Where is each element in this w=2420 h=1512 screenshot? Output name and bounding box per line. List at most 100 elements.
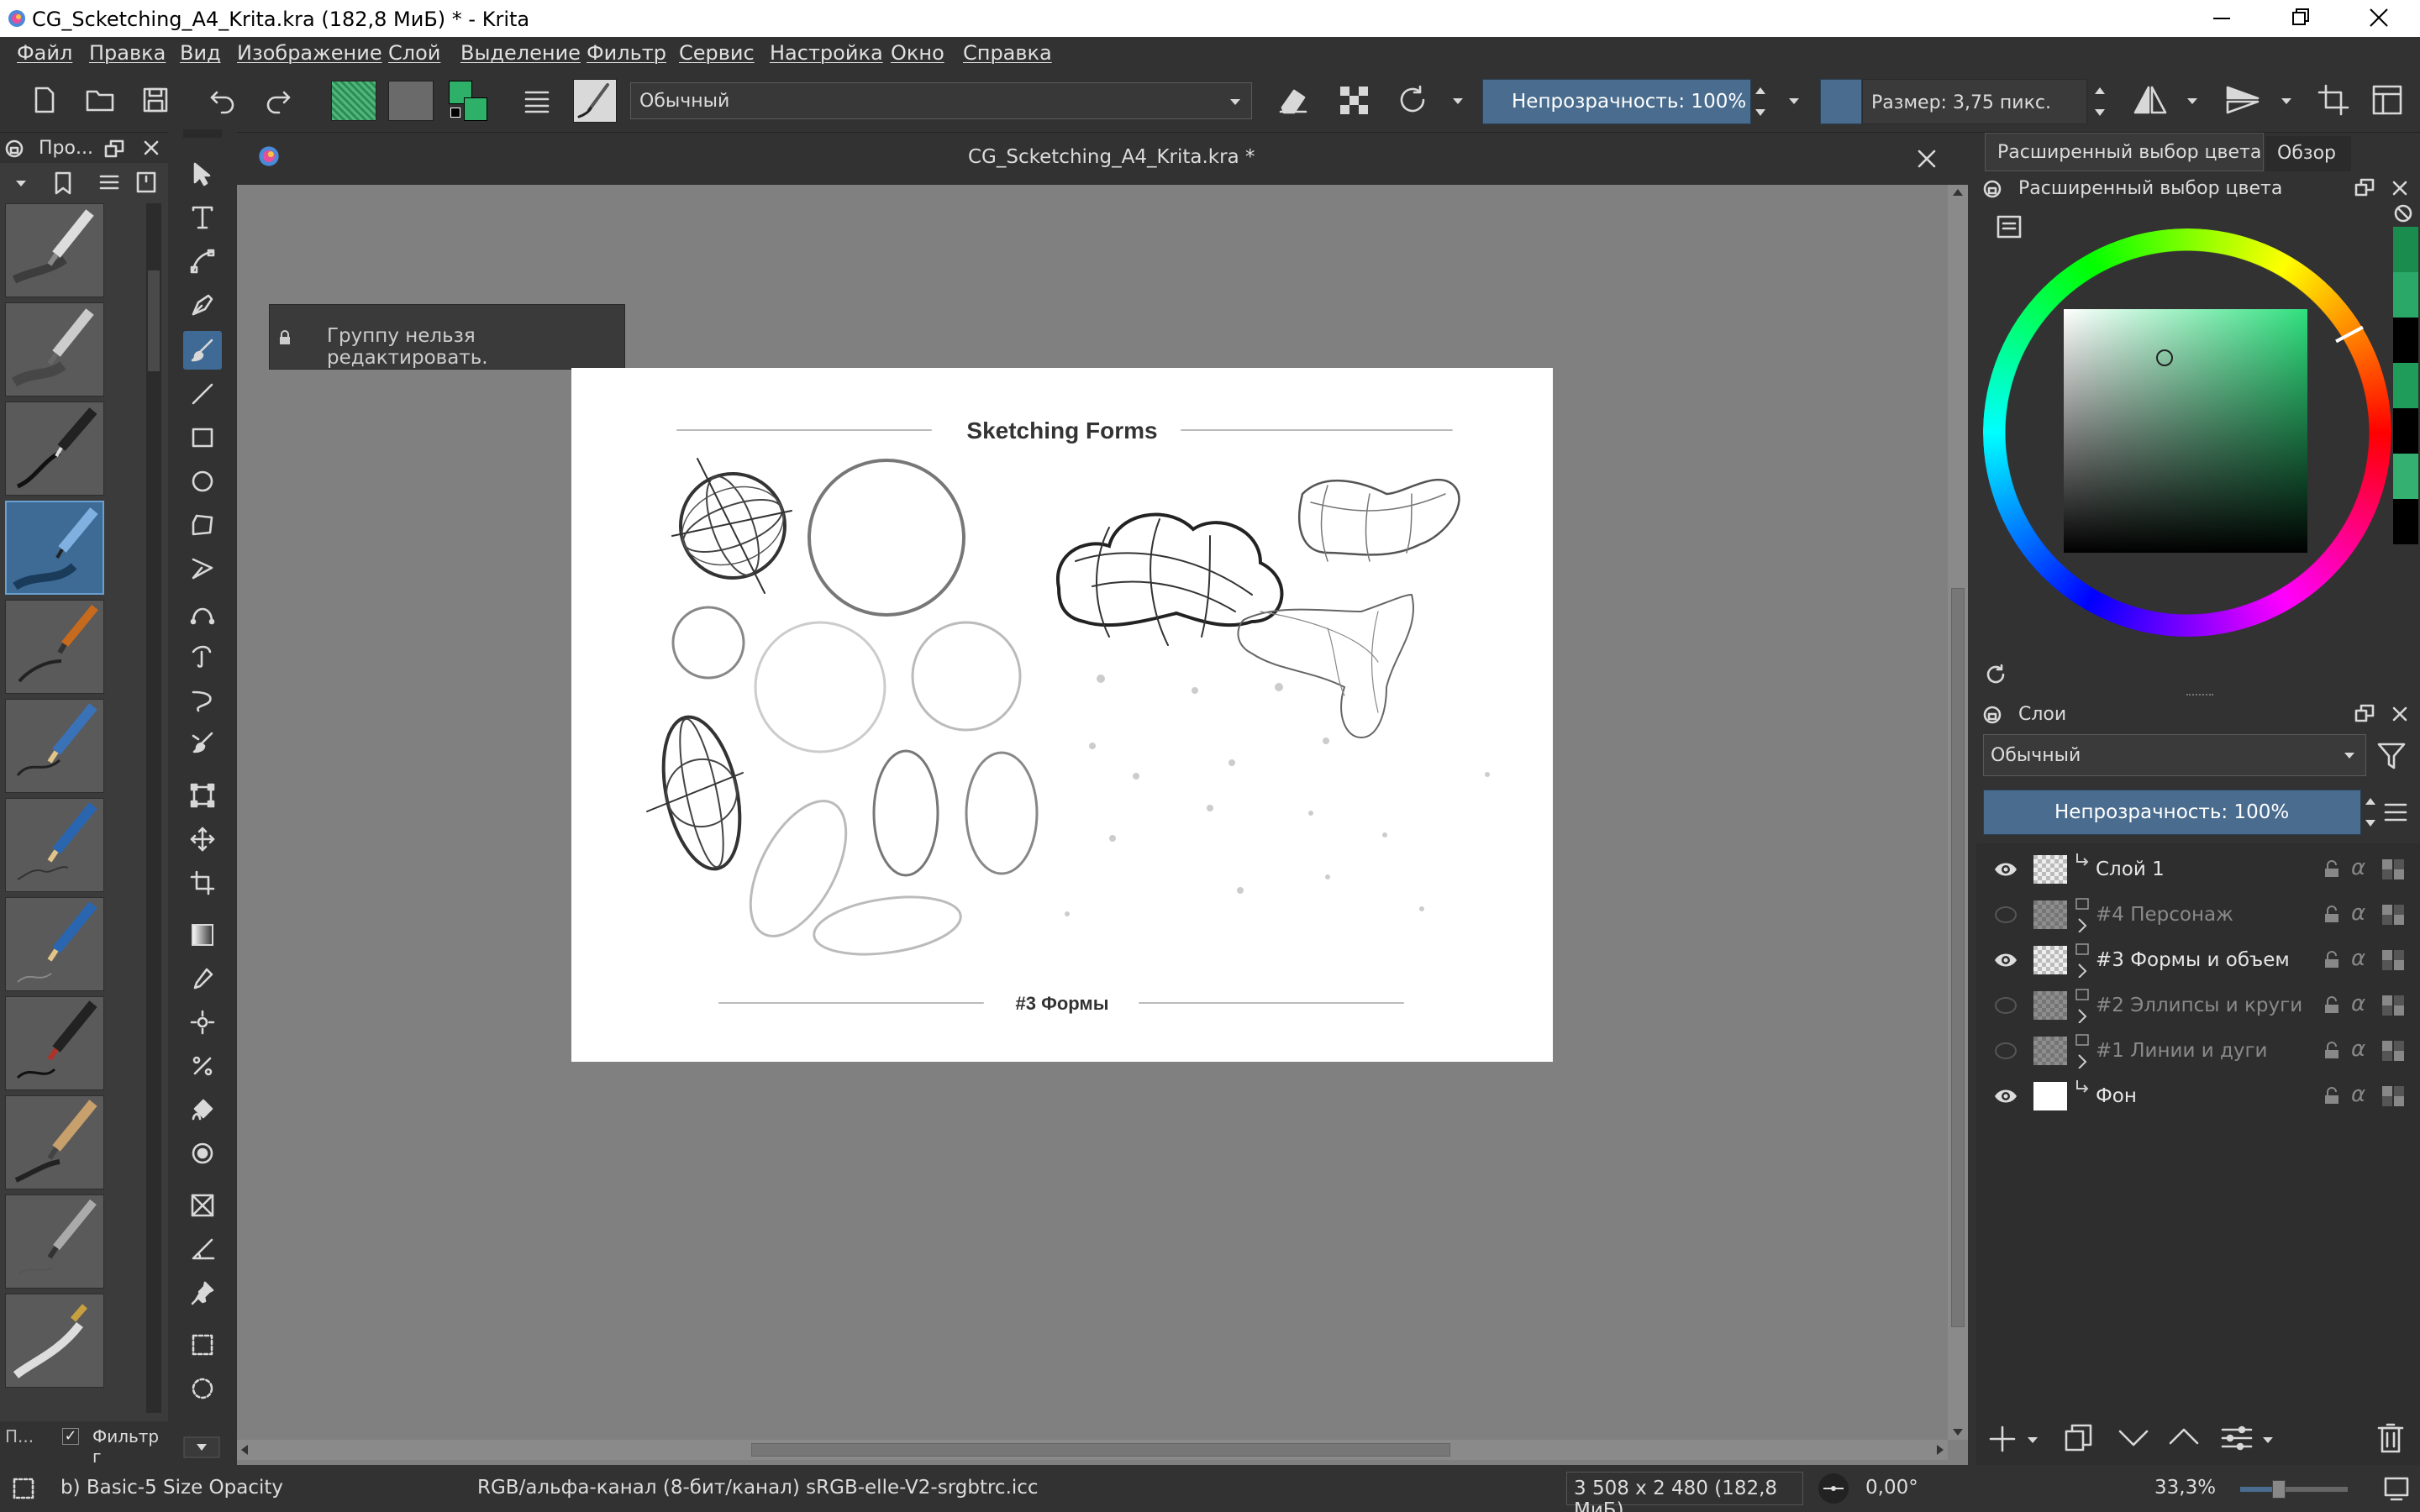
brush-preset-item[interactable] bbox=[5, 203, 104, 297]
mirror-horizontal-button[interactable] bbox=[2129, 79, 2171, 121]
layer-properties-icon[interactable] bbox=[2220, 1423, 2254, 1453]
fill-tool[interactable] bbox=[183, 1090, 222, 1129]
undo-button[interactable] bbox=[202, 79, 244, 121]
lock-layer-icon[interactable] bbox=[2323, 906, 2341, 924]
eye-hidden-icon[interactable] bbox=[1993, 1041, 2018, 1061]
text-tool[interactable] bbox=[183, 198, 222, 237]
opacity-slider[interactable]: Непрозрачность: 100% bbox=[1482, 79, 1751, 124]
layer-row[interactable]: #1 Линии и дуги α bbox=[1980, 1028, 2420, 1074]
lock-icon[interactable] bbox=[5, 139, 24, 158]
toolbox-more-chevron-icon[interactable] bbox=[183, 1436, 220, 1458]
mirror-vertical-button[interactable] bbox=[2222, 79, 2264, 121]
group-folder-icon[interactable] bbox=[2074, 988, 2092, 1023]
wraparound-button[interactable] bbox=[2312, 79, 2354, 121]
menu-select[interactable]: Выделение bbox=[460, 41, 581, 65]
layer-menu-icon[interactable] bbox=[2383, 801, 2408, 823]
lock-layer-icon[interactable] bbox=[2323, 996, 2341, 1015]
document-canvas[interactable]: Sketching Forms #3 Формы bbox=[571, 368, 1553, 1062]
lock-layer-icon[interactable] bbox=[2323, 1087, 2341, 1105]
brush-preset-item[interactable] bbox=[5, 1294, 104, 1388]
brush-preset-item[interactable] bbox=[5, 798, 104, 892]
blend-mode-select[interactable]: Обычный bbox=[630, 82, 1252, 119]
smart-patch-tool[interactable] bbox=[183, 1003, 222, 1042]
alpha-lock-icon[interactable]: α bbox=[2351, 1037, 2365, 1062]
eye-hidden-icon[interactable] bbox=[1993, 905, 2018, 925]
layer-properties-chevron-icon[interactable] bbox=[2262, 1436, 2274, 1445]
float-docker-icon[interactable] bbox=[104, 139, 124, 158]
brush-preset-item[interactable] bbox=[5, 402, 104, 496]
preserve-alpha-button[interactable] bbox=[1333, 79, 1375, 121]
color-settings-icon[interactable] bbox=[1996, 215, 2022, 239]
lock-icon[interactable] bbox=[1983, 706, 2002, 724]
chevron-down-icon[interactable] bbox=[15, 180, 27, 188]
recent-color-swatch[interactable] bbox=[2393, 408, 2418, 454]
scroll-left-icon[interactable] bbox=[240, 1444, 249, 1456]
select-shapes-tool[interactable] bbox=[183, 155, 222, 193]
inherit-alpha-icon[interactable] bbox=[2381, 904, 2405, 926]
brush-preset-item[interactable] bbox=[5, 600, 104, 694]
brush-list-scrollbar[interactable] bbox=[146, 203, 161, 1413]
polygon-tool[interactable] bbox=[183, 506, 222, 544]
brush-preset-item[interactable] bbox=[5, 1095, 104, 1189]
eraser-mode-button[interactable] bbox=[1272, 79, 1314, 121]
scrollbar-thumb[interactable] bbox=[751, 1443, 1450, 1457]
minimize-icon[interactable] bbox=[2212, 8, 2232, 29]
canvas-horizontal-scrollbar[interactable] bbox=[237, 1440, 1948, 1460]
polyline-tool[interactable] bbox=[183, 549, 222, 588]
zoom-slider-handle[interactable] bbox=[2272, 1480, 2286, 1499]
rectangle-tool[interactable] bbox=[183, 418, 222, 457]
brush-preset-item[interactable] bbox=[5, 897, 104, 991]
close-docker-icon[interactable] bbox=[2391, 706, 2408, 722]
tag-view-icon[interactable] bbox=[136, 171, 156, 193]
background-color-swatch[interactable] bbox=[464, 97, 487, 121]
brush-preset-item[interactable] bbox=[5, 699, 104, 793]
close-document-icon[interactable] bbox=[1916, 148, 1938, 170]
delete-layer-icon[interactable] bbox=[2376, 1421, 2405, 1455]
filter-icon[interactable] bbox=[2376, 741, 2407, 771]
lock-icon[interactable] bbox=[1983, 180, 2002, 198]
opacity-stepper-icon[interactable] bbox=[1753, 82, 1768, 121]
dynamic-brush-tool[interactable] bbox=[183, 680, 222, 719]
saturation-value-square[interactable] bbox=[2064, 309, 2307, 553]
move-tool[interactable] bbox=[183, 820, 222, 858]
document-tab-title[interactable]: CG_Scketching_A4_Krita.kra * bbox=[968, 146, 1255, 168]
lock-layer-icon[interactable] bbox=[2323, 860, 2341, 879]
lock-layer-icon[interactable] bbox=[2323, 1042, 2341, 1060]
eye-icon[interactable] bbox=[1993, 950, 2018, 970]
brush-preset-item[interactable] bbox=[5, 996, 104, 1090]
recent-color-swatch[interactable] bbox=[2393, 227, 2418, 272]
freehand-path-tool[interactable] bbox=[183, 637, 222, 675]
filter-tab[interactable]: П... bbox=[5, 1426, 34, 1446]
reload-icon[interactable] bbox=[1985, 664, 2007, 685]
inherit-alpha-icon[interactable] bbox=[2381, 995, 2405, 1016]
add-layer-chevron-icon[interactable] bbox=[2027, 1436, 2039, 1445]
menu-tools[interactable]: Сервис bbox=[679, 41, 755, 65]
float-docker-icon[interactable] bbox=[2354, 704, 2375, 722]
scroll-down-icon[interactable] bbox=[1952, 1428, 1964, 1436]
pattern-swatch[interactable] bbox=[388, 81, 434, 121]
recent-color-swatch[interactable] bbox=[2393, 318, 2418, 363]
inherit-alpha-icon[interactable] bbox=[2381, 949, 2405, 971]
layer-blend-mode-select[interactable]: Обычный bbox=[1983, 734, 2366, 776]
group-folder-icon[interactable] bbox=[2074, 897, 2092, 932]
freehand-brush-tool[interactable] bbox=[183, 331, 222, 370]
scrollbar-thumb[interactable] bbox=[1951, 588, 1965, 1327]
color-docker-tab[interactable]: Расширенный выбор цвета bbox=[1985, 133, 2264, 171]
reference-tool[interactable] bbox=[183, 1273, 222, 1312]
menu-window[interactable]: Окно bbox=[891, 41, 944, 65]
reload-options-chevron-icon[interactable] bbox=[1452, 97, 1464, 106]
inherit-alpha-icon[interactable] bbox=[2381, 858, 2405, 880]
color-cursor[interactable] bbox=[2156, 349, 2173, 366]
layer-row[interactable]: Фон α bbox=[1980, 1074, 2420, 1119]
color-picker-tool[interactable] bbox=[183, 959, 222, 998]
close-docker-icon[interactable] bbox=[2391, 180, 2408, 197]
gradient-tool[interactable] bbox=[183, 916, 222, 954]
selection-indicator-icon[interactable] bbox=[12, 1477, 35, 1500]
workspace-button[interactable] bbox=[2366, 79, 2408, 121]
size-slider[interactable]: Размер: 3,75 пикс. bbox=[1862, 79, 2087, 124]
enclose-fill-tool[interactable] bbox=[183, 1134, 222, 1173]
zoom-slider[interactable] bbox=[2240, 1480, 2348, 1499]
status-color-space[interactable]: RGB/альфа-канал (8-бит/канал) sRGB-elle-… bbox=[477, 1477, 1039, 1499]
bezier-curve-tool[interactable] bbox=[183, 593, 222, 632]
save-document-button[interactable] bbox=[134, 79, 176, 121]
